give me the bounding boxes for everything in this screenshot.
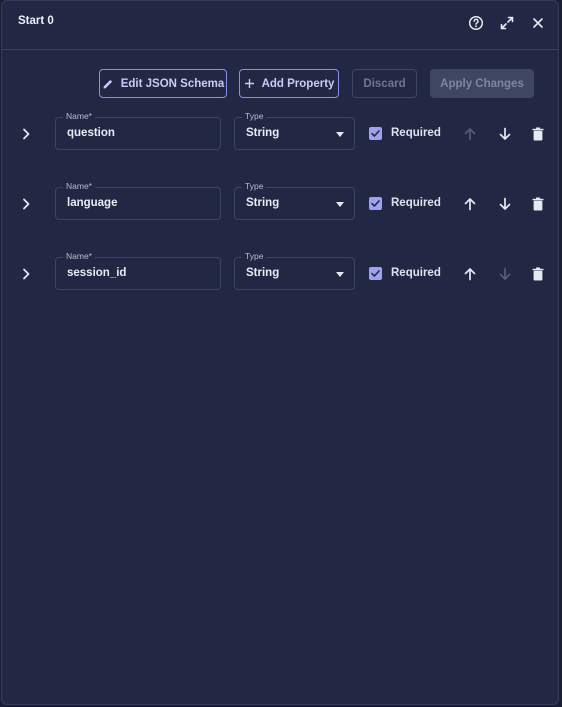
help-circle-icon[interactable] <box>468 15 484 31</box>
type-field-value: String <box>246 267 280 279</box>
caret-down-icon <box>336 272 344 277</box>
property-name-field[interactable]: Name* question <box>55 111 221 150</box>
property-row: Name* question Type String Required <box>2 111 558 151</box>
name-field-value: question <box>67 127 115 139</box>
trash-icon[interactable] <box>530 126 546 142</box>
required-label: Required <box>391 127 441 139</box>
arrow-down-icon[interactable] <box>497 266 513 282</box>
close-icon[interactable] <box>530 15 546 31</box>
discard-label: Discard <box>363 77 406 90</box>
type-field-label: Type <box>242 111 267 121</box>
caret-down-icon <box>336 132 344 137</box>
caret-down-icon <box>336 202 344 207</box>
checkbox-checked-icon <box>371 270 380 277</box>
required-checkbox[interactable] <box>369 127 382 140</box>
dialog-title: Start 0 <box>18 15 54 27</box>
pencil-icon <box>103 79 112 88</box>
chevron-right-icon[interactable] <box>18 126 34 142</box>
required-label: Required <box>391 267 441 279</box>
edit-json-schema-label: Edit JSON Schema <box>120 77 225 90</box>
trash-icon[interactable] <box>530 196 546 212</box>
arrow-down-icon[interactable] <box>497 126 513 142</box>
name-field-value: language <box>67 197 118 209</box>
property-row: Name* language Type String Required <box>2 181 558 221</box>
required-checkbox[interactable] <box>369 197 382 210</box>
property-name-field[interactable]: Name* session_id <box>55 251 221 290</box>
chevron-right-icon[interactable] <box>18 266 34 282</box>
chevron-right-icon[interactable] <box>18 196 34 212</box>
property-type-select[interactable]: Type String <box>234 181 355 220</box>
property-row: Name* session_id Type String Required <box>2 251 558 291</box>
add-property-label: Add Property <box>261 77 335 90</box>
discard-button[interactable]: Discard <box>352 69 417 98</box>
name-field-value: session_id <box>67 267 127 279</box>
name-field-label: Name* <box>63 181 95 191</box>
apply-changes-button[interactable]: Apply Changes <box>430 69 534 98</box>
property-type-select[interactable]: Type String <box>234 111 355 150</box>
type-field-label: Type <box>242 251 267 261</box>
plus-icon <box>244 79 254 88</box>
arrow-down-icon[interactable] <box>497 196 513 212</box>
arrow-up-icon[interactable] <box>462 196 478 212</box>
apply-changes-label: Apply Changes <box>440 77 524 90</box>
name-field-label: Name* <box>63 251 95 261</box>
property-name-field[interactable]: Name* language <box>55 181 221 220</box>
arrow-up-icon[interactable] <box>462 266 478 282</box>
property-type-select[interactable]: Type String <box>234 251 355 290</box>
type-field-value: String <box>246 197 280 209</box>
dialog-header: Start 0 <box>2 1 558 50</box>
schema-editor-dialog: Start 0 Edit JSON Schema Add Property Di… <box>1 0 559 705</box>
checkbox-checked-icon <box>371 200 380 207</box>
required-checkbox[interactable] <box>369 267 382 280</box>
required-label: Required <box>391 197 441 209</box>
checkbox-checked-icon <box>371 130 380 137</box>
type-field-label: Type <box>242 181 267 191</box>
trash-icon[interactable] <box>530 266 546 282</box>
edit-json-schema-button[interactable]: Edit JSON Schema <box>99 69 227 98</box>
type-field-value: String <box>246 127 280 139</box>
expand-icon[interactable] <box>499 15 515 31</box>
arrow-up-icon[interactable] <box>462 126 478 142</box>
add-property-button[interactable]: Add Property <box>239 69 339 98</box>
name-field-label: Name* <box>63 111 95 121</box>
